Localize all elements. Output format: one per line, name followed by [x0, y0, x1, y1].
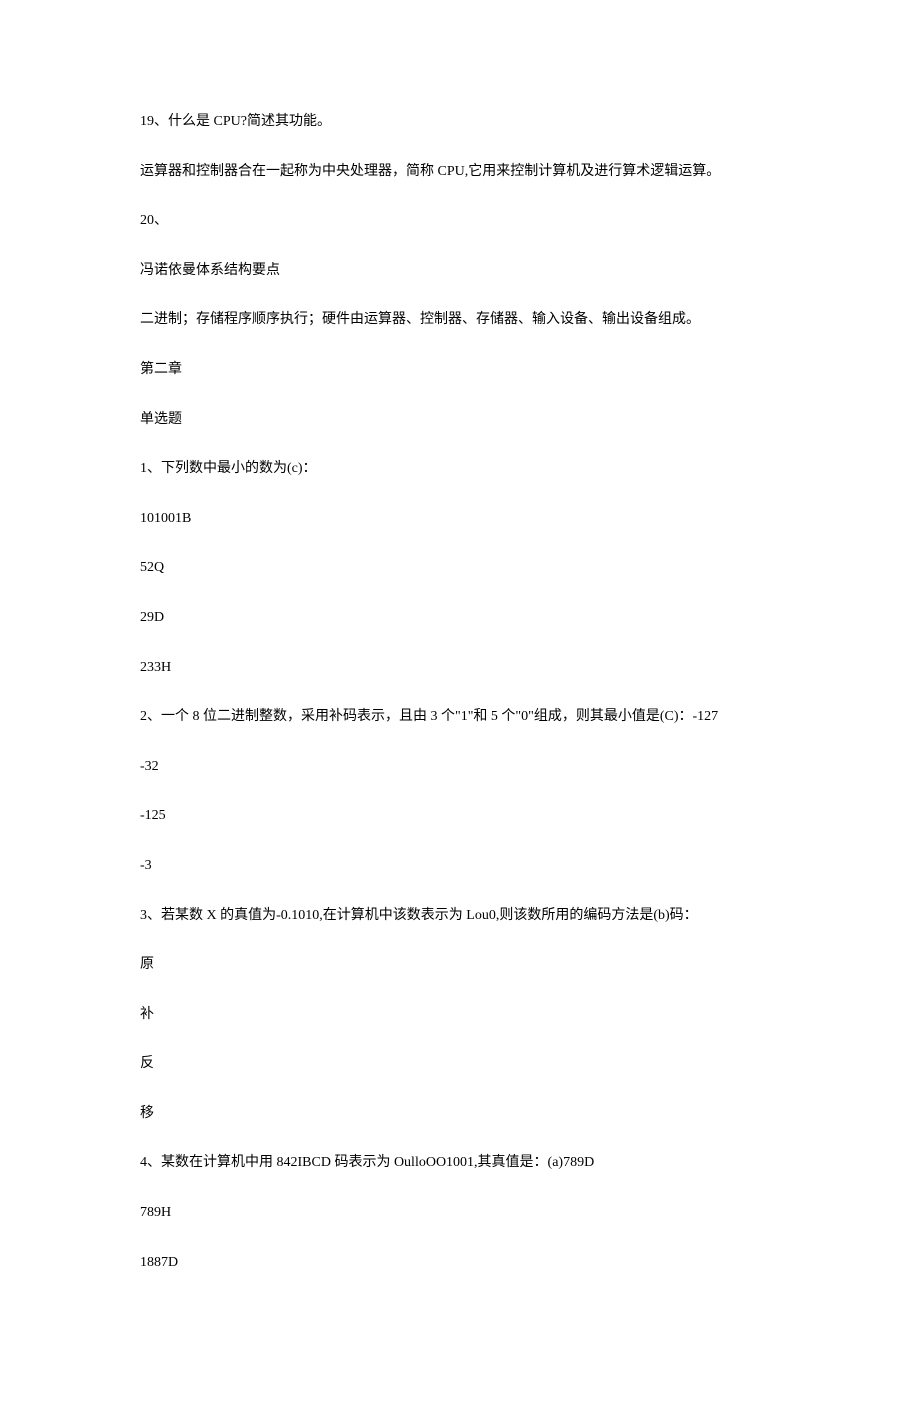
paragraph: 52Q — [140, 558, 780, 578]
document-page: 19、什么是 CPU?简述其功能。 运算器和控制器合在一起称为中央处理器，简称 … — [0, 0, 920, 1402]
paragraph: -32 — [140, 757, 780, 777]
paragraph: 3、若某数 X 的真值为-0.1010,在计算机中该数表示为 Lou0,则该数所… — [140, 906, 780, 926]
paragraph: 1、下列数中最小的数为(c)： — [140, 459, 780, 479]
paragraph: 2、一个 8 位二进制整数，采用补码表示，且由 3 个"1"和 5 个"0"组成… — [140, 707, 780, 727]
paragraph: 第二章 — [140, 360, 780, 380]
paragraph: -3 — [140, 856, 780, 876]
paragraph: -125 — [140, 806, 780, 826]
paragraph: 4、某数在计算机中用 842IBCD 码表示为 OulloOO1001,其真值是… — [140, 1153, 780, 1173]
paragraph: 1887D — [140, 1253, 780, 1273]
paragraph: 二进制；存储程序顺序执行；硬件由运算器、控制器、存储器、输入设备、输出设备组成。 — [140, 310, 780, 330]
paragraph: 补 — [140, 1005, 780, 1025]
paragraph: 101001B — [140, 509, 780, 529]
paragraph: 移 — [140, 1104, 780, 1124]
paragraph: 冯诺依曼体系结构要点 — [140, 261, 780, 281]
paragraph: 运算器和控制器合在一起称为中央处理器，简称 CPU,它用来控制计算机及进行算术逻… — [140, 162, 780, 182]
paragraph: 19、什么是 CPU?简述其功能。 — [140, 112, 780, 132]
paragraph: 233H — [140, 658, 780, 678]
paragraph: 反 — [140, 1054, 780, 1074]
paragraph: 789H — [140, 1203, 780, 1223]
paragraph: 单选题 — [140, 410, 780, 430]
paragraph: 20、 — [140, 211, 780, 231]
paragraph: 原 — [140, 955, 780, 975]
paragraph: 29D — [140, 608, 780, 628]
